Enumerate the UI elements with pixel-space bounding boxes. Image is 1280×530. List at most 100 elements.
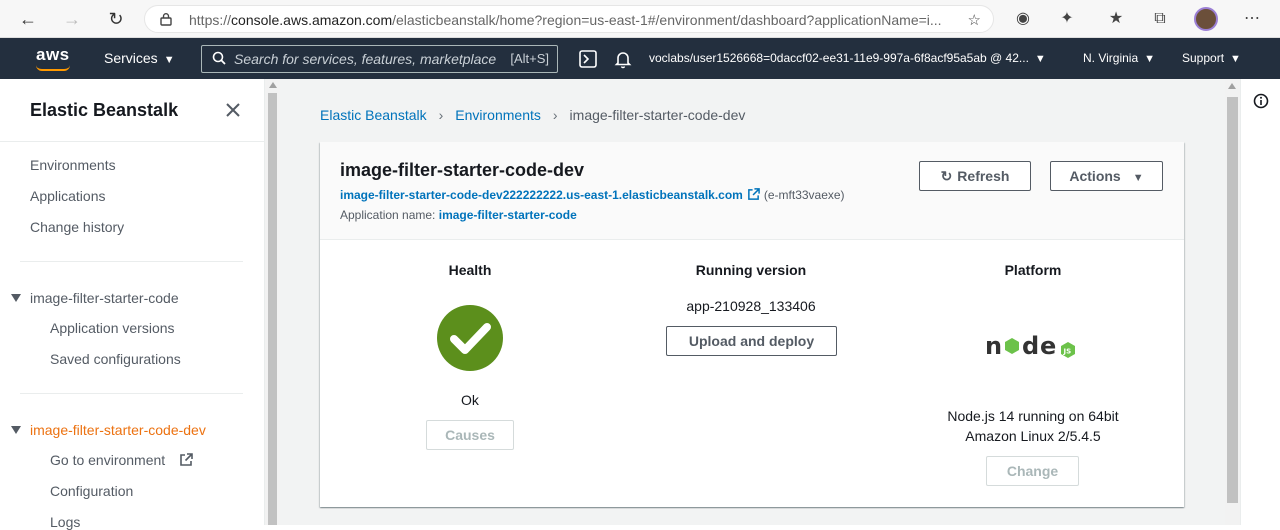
scrollbar-thumb[interactable] <box>1227 97 1238 503</box>
scrollbar-thumb[interactable] <box>268 93 277 525</box>
reload-icon[interactable]: ↻ <box>104 7 128 31</box>
sidebar-item-saved-configurations[interactable]: Saved configurations <box>50 351 181 367</box>
expand-triangle-icon[interactable] <box>11 294 21 302</box>
breadcrumb-elastic-beanstalk[interactable]: Elastic Beanstalk <box>320 107 427 123</box>
nodejs-logo: n d e JS <box>985 332 1075 360</box>
upload-and-deploy-button[interactable]: Upload and deploy <box>666 326 837 356</box>
sidebar-item-applications[interactable]: Applications <box>30 188 106 204</box>
sidebar-item-go-to-environment[interactable]: Go to environment <box>50 452 193 468</box>
search-shortcut: [Alt+S] <box>510 51 549 66</box>
environment-card: image-filter-starter-code-dev image-filt… <box>320 142 1184 507</box>
sidebar-app-group[interactable]: image-filter-starter-code <box>30 290 179 306</box>
aws-top-navigation: aws Services ▼ [Alt+S] voclabs/user152666… <box>0 38 1280 79</box>
svg-text:e: e <box>1040 332 1056 360</box>
search-icon <box>212 51 226 65</box>
svg-text:JS: JS <box>1063 348 1072 356</box>
running-version-heading: Running version <box>695 262 807 278</box>
health-ok-icon <box>437 305 503 371</box>
aws-search-box[interactable]: [Alt+S] <box>201 45 558 73</box>
change-platform-button[interactable]: Change <box>986 456 1079 486</box>
bell-icon[interactable] <box>613 49 633 69</box>
application-name-row: Application name: image-filter-starter-c… <box>340 208 577 222</box>
scroll-up-icon[interactable] <box>1228 83 1236 89</box>
info-icon[interactable] <box>1253 93 1269 109</box>
external-link-icon[interactable] <box>747 188 760 201</box>
region-menu[interactable]: N. Virginia ▼ <box>1083 51 1155 65</box>
expand-triangle-icon[interactable] <box>11 426 21 434</box>
divider <box>20 393 243 394</box>
account-label: voclabs/user1526668=0daccf02-ee31-11e9-9… <box>649 51 1029 65</box>
back-icon[interactable]: ← <box>16 7 40 31</box>
running-version-value: app-210928_133406 <box>686 298 816 314</box>
causes-button[interactable]: Causes <box>426 420 514 450</box>
profile-avatar[interactable] <box>1194 7 1218 31</box>
collections-icon[interactable]: ⧉ <box>1149 8 1171 30</box>
sidebar-item-change-history[interactable]: Change history <box>30 219 124 235</box>
support-menu[interactable]: Support ▼ <box>1182 51 1241 65</box>
aws-logo[interactable]: aws <box>36 45 70 65</box>
divider <box>0 141 265 142</box>
favorites-icon[interactable]: ★ <box>1105 8 1127 30</box>
sidebar-item-configuration[interactable]: Configuration <box>50 483 133 499</box>
chevron-right-icon: › <box>552 107 558 123</box>
refresh-button[interactable]: ↻ Refresh <box>919 161 1031 191</box>
region-label: N. Virginia <box>1083 51 1139 65</box>
svg-text:n: n <box>985 332 1002 360</box>
caret-down-icon: ▼ <box>1144 53 1156 65</box>
url-host: console.aws.amazon.com <box>231 12 393 28</box>
checkmark-icon <box>450 323 491 354</box>
caret-down-icon: ▼ <box>1034 53 1046 65</box>
application-name-link[interactable]: image-filter-starter-code <box>439 208 577 222</box>
actions-label: Actions <box>1069 168 1121 184</box>
url-path: /elasticbeanstalk/home?region=us-east-1#… <box>392 12 942 28</box>
refresh-icon: ↻ <box>940 168 953 184</box>
sidebar-scrollbar[interactable] <box>265 79 280 525</box>
actions-button[interactable]: Actions ▼ <box>1050 161 1163 191</box>
environment-url-row: image-filter-starter-code-dev222222222.u… <box>340 188 845 202</box>
chevron-right-icon: › <box>438 107 444 123</box>
main-scrollbar[interactable] <box>1225 79 1240 525</box>
platform-line-2: Amazon Linux 2/5.4.5 <box>965 428 1101 444</box>
divider <box>20 261 243 262</box>
environment-url-link[interactable]: image-filter-starter-code-dev222222222.u… <box>340 188 743 202</box>
account-menu[interactable]: voclabs/user1526668=0daccf02-ee31-11e9-9… <box>649 51 1046 65</box>
sidebar-env-group[interactable]: image-filter-starter-code-dev <box>30 422 206 438</box>
svg-text:d: d <box>1022 332 1039 360</box>
breadcrumb-environments[interactable]: Environments <box>455 107 541 123</box>
environment-title: image-filter-starter-code-dev <box>340 160 585 180</box>
services-menu[interactable]: Services ▼ <box>104 50 175 66</box>
caret-down-icon: ▼ <box>163 54 175 66</box>
help-panel-rail <box>1240 79 1280 525</box>
extensions-puzzle-icon[interactable]: ✦ <box>1056 8 1078 30</box>
sidebar-item-environments[interactable]: Environments <box>30 157 116 173</box>
lock-icon <box>160 13 172 26</box>
extension-circle-icon[interactable]: ◉ <box>1012 8 1034 30</box>
aws-logo-smile <box>36 65 70 71</box>
close-icon[interactable] <box>224 101 242 119</box>
services-label: Services <box>104 50 158 66</box>
more-menu-icon[interactable]: ⋯ <box>1241 8 1263 30</box>
search-input[interactable] <box>234 49 504 69</box>
sidebar-item-label: Go to environment <box>50 452 166 468</box>
sidebar-title: Elastic Beanstalk <box>30 100 179 120</box>
breadcrumb-current: image-filter-starter-code-dev <box>569 107 746 123</box>
scroll-up-icon[interactable] <box>269 82 277 88</box>
url-text: https://console.aws.amazon.com/elasticbe… <box>189 12 959 28</box>
refresh-label: Refresh <box>957 168 1010 184</box>
main-content: Elastic Beanstalk › Environments › image-fil… <box>280 79 1225 525</box>
health-heading: Health <box>448 262 492 278</box>
sidebar-item-logs[interactable]: Logs <box>50 514 80 530</box>
platform-line-1: Node.js 14 running on 64bit <box>947 408 1119 424</box>
cloudshell-icon[interactable] <box>578 49 598 69</box>
breadcrumb: Elastic Beanstalk › Environments › image-fil… <box>320 107 745 123</box>
platform-heading: Platform <box>1004 262 1062 278</box>
external-link-icon <box>180 453 193 466</box>
forward-icon[interactable]: → <box>60 7 84 31</box>
favorite-star-icon[interactable]: ☆ <box>968 11 981 29</box>
browser-toolbar: ← → ↻ https://console.aws.amazon.com/ela… <box>0 0 1280 38</box>
sidebar-item-application-versions[interactable]: Application versions <box>50 320 175 336</box>
environment-card-header: image-filter-starter-code-dev image-filt… <box>320 142 1184 240</box>
caret-down-icon: ▼ <box>1230 53 1241 65</box>
url-prefix: https:// <box>189 12 232 28</box>
address-bar[interactable]: https://console.aws.amazon.com/elasticbe… <box>144 5 994 33</box>
